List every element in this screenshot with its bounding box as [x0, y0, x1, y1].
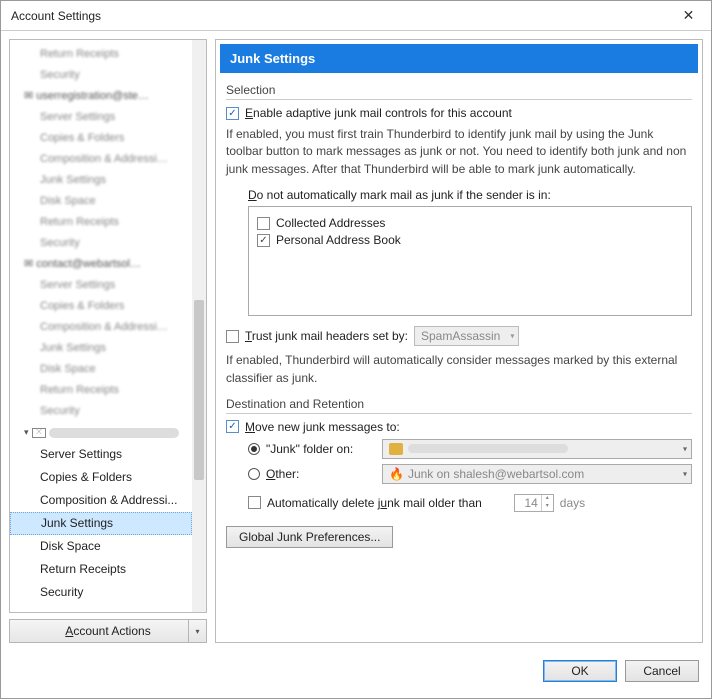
whitelist-label: Do not automatically mark mail as junk i… — [248, 188, 692, 202]
tree-item-blurred[interactable]: Junk Settings — [10, 170, 192, 191]
sidebar-item-disk-space[interactable]: Disk Space — [10, 535, 192, 558]
account-actions-button[interactable]: Account Actions ▾ — [9, 619, 207, 643]
sidebar-scrollbar[interactable] — [192, 40, 206, 612]
whitelist-item-label: Personal Address Book — [276, 233, 401, 247]
days-suffix: days — [560, 496, 585, 510]
sidebar-item-junk-settings[interactable]: Junk Settings — [10, 512, 192, 535]
whitelist-checkbox[interactable]: ✓ — [257, 234, 270, 247]
tree-item-blurred[interactable]: Composition & Addressi… — [10, 149, 192, 170]
whitelist-checkbox[interactable] — [257, 217, 270, 230]
auto-delete-days-field[interactable]: ▴▾ — [514, 494, 554, 512]
settings-panel: Junk Settings Selection ✓ Enable adaptiv… — [215, 39, 703, 643]
tree-account-current[interactable]: ▾ — [10, 422, 192, 443]
tree-item-blurred[interactable]: Server Settings — [10, 275, 192, 296]
tree-account-blurred[interactable]: ✉ contact@webartsol… — [10, 254, 192, 275]
auto-delete-label: Automatically delete junk mail older tha… — [267, 496, 482, 510]
whitelist-item-personal[interactable]: ✓ Personal Address Book — [257, 233, 683, 247]
spinner-buttons[interactable]: ▴▾ — [541, 495, 553, 511]
envelope-icon — [32, 428, 46, 438]
tree-item-blurred[interactable]: Return Receipts — [10, 380, 192, 401]
tree-item-blurred[interactable]: Server Settings — [10, 107, 192, 128]
chevron-down-icon: ▾ — [188, 620, 206, 642]
trust-headers-label: Trust junk mail headers set by: — [245, 329, 408, 343]
sidebar-item-composition[interactable]: Composition & Addressi... — [10, 489, 192, 512]
trust-headers-select: SpamAssassin ▾ — [414, 326, 519, 346]
junk-folder-select[interactable]: ▾ — [382, 439, 692, 459]
tree-item-blurred[interactable]: Composition & Addressi… — [10, 317, 192, 338]
enable-junk-label: Enable adaptive junk mail controls for t… — [245, 106, 512, 120]
panel-title: Junk Settings — [220, 44, 698, 73]
whitelist-item-label: Collected Addresses — [276, 216, 385, 230]
section-selection: Selection — [226, 83, 692, 100]
tree-item-blurred[interactable]: Copies & Folders — [10, 128, 192, 149]
scrollbar-thumb[interactable] — [194, 300, 204, 480]
tree-item-blurred[interactable]: Disk Space — [10, 359, 192, 380]
tree-account-blurred[interactable]: ✉ userregistration@ste… — [10, 86, 192, 107]
other-folder-select[interactable]: 🔥 Junk on shalesh@webartsol.com ▾ — [382, 464, 692, 484]
whitelist-item-collected[interactable]: Collected Addresses — [257, 216, 683, 230]
account-actions-label: Account Actions — [65, 624, 150, 638]
junk-folder-radio-label: "Junk" folder on: — [266, 442, 376, 456]
junk-flame-icon: 🔥 — [389, 467, 404, 481]
enable-junk-checkbox[interactable]: ✓ — [226, 107, 239, 120]
tree-item-blurred[interactable]: Return Receipts — [10, 212, 192, 233]
sidebar-item-return-receipts[interactable]: Return Receipts — [10, 558, 192, 581]
enable-junk-description: If enabled, you must first train Thunder… — [226, 126, 692, 178]
cancel-button[interactable]: Cancel — [625, 660, 699, 682]
auto-delete-days-input[interactable] — [515, 495, 541, 511]
account-tree[interactable]: Return Receipts Security ✉ userregistrat… — [9, 39, 207, 613]
content-area: Return Receipts Security ✉ userregistrat… — [1, 31, 711, 651]
other-folder-value: Junk on shalesh@webartsol.com — [408, 467, 584, 481]
chevron-down-icon: ▾ — [510, 332, 514, 341]
sidebar-item-server-settings[interactable]: Server Settings — [10, 443, 192, 466]
move-junk-label: Move new junk messages to: — [245, 420, 400, 434]
whitelist-listbox[interactable]: Collected Addresses ✓ Personal Address B… — [248, 206, 692, 316]
chevron-down-icon: ▾ — [24, 425, 29, 440]
tree-item-blurred[interactable]: Security — [10, 233, 192, 254]
window-title: Account Settings — [11, 9, 666, 23]
other-folder-radio[interactable] — [248, 468, 260, 480]
other-folder-radio-label: Other: — [266, 467, 376, 481]
tree-item-blurred[interactable]: Security — [10, 401, 192, 422]
ok-button[interactable]: OK — [543, 660, 617, 682]
dialog-footer: OK Cancel — [1, 651, 711, 691]
titlebar: Account Settings ✕ — [1, 1, 711, 31]
auto-delete-checkbox[interactable] — [248, 496, 261, 509]
close-button[interactable]: ✕ — [666, 1, 711, 31]
chevron-down-icon: ▾ — [683, 444, 687, 453]
chevron-down-icon: ▾ — [683, 469, 687, 478]
tree-item-blurred[interactable]: Return Receipts — [10, 44, 192, 65]
sidebar-item-copies-folders[interactable]: Copies & Folders — [10, 466, 192, 489]
global-junk-prefs-button[interactable]: Global Junk Preferences... — [226, 526, 393, 548]
move-junk-checkbox[interactable]: ✓ — [226, 420, 239, 433]
sidebar: Return Receipts Security ✉ userregistrat… — [9, 39, 207, 643]
tree-item-blurred[interactable]: Disk Space — [10, 191, 192, 212]
folder-icon — [389, 443, 403, 455]
redacted-account-name — [49, 428, 179, 438]
trust-headers-description: If enabled, Thunderbird will automatical… — [226, 352, 692, 387]
tree-item-blurred[interactable]: Junk Settings — [10, 338, 192, 359]
tree-item-blurred[interactable]: Copies & Folders — [10, 296, 192, 317]
sidebar-item-security[interactable]: Security — [10, 581, 192, 604]
trust-headers-checkbox[interactable] — [226, 330, 239, 343]
redacted-folder-value — [408, 444, 568, 453]
junk-folder-radio[interactable] — [248, 443, 260, 455]
tree-item-blurred[interactable]: Security — [10, 65, 192, 86]
section-destination: Destination and Retention — [226, 397, 692, 414]
